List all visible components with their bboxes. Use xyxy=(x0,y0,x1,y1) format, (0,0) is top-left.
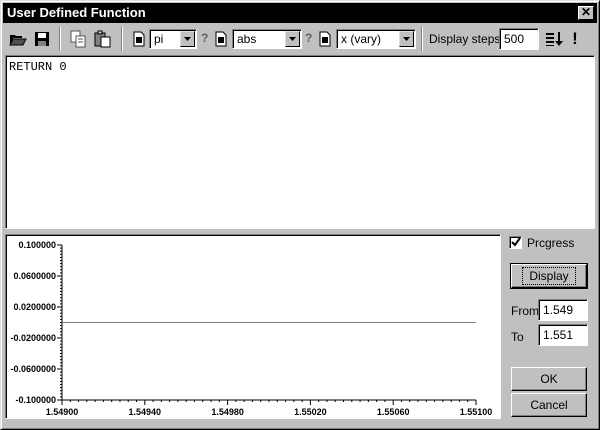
plot-canvas: 0.100000 0.0600000 0.0200000 -0.0200000 -0.0… xyxy=(10,240,493,417)
x-tick-label: 1.55100 xyxy=(460,407,493,417)
function-select[interactable]: abs xyxy=(232,29,302,49)
insert-constant-button[interactable] xyxy=(131,28,147,50)
x-tick-label: 1.55020 xyxy=(294,407,327,417)
y-tick-label: 0.0200000 xyxy=(13,302,56,312)
x-tick-label: 1.54900 xyxy=(46,407,79,417)
from-input[interactable]: 1.549 xyxy=(538,299,588,321)
y-tick-label: -0.0600000 xyxy=(10,364,56,374)
function-select-value: abs xyxy=(237,32,257,46)
save-button[interactable] xyxy=(31,28,53,50)
run-button[interactable]: ! xyxy=(567,29,583,51)
progress-checkbox[interactable] xyxy=(509,236,522,249)
progress-label: Prcgress xyxy=(527,236,575,250)
insert-document-icon xyxy=(133,31,145,47)
chevron-down-icon[interactable] xyxy=(285,31,300,47)
function-plot: 0.100000 0.0600000 0.0200000 -0.0200000 -0.0… xyxy=(5,234,501,419)
chevron-down-icon[interactable] xyxy=(399,31,414,47)
title-bar: User Defined Function ✕ xyxy=(3,3,597,23)
help-icon[interactable]: ? xyxy=(305,31,312,45)
constant-select[interactable]: pi xyxy=(149,29,197,49)
dialog-window: User Defined Function ✕ pi ? abs ? x (va… xyxy=(0,0,600,430)
save-disk-icon xyxy=(35,32,49,46)
display-button-label: Display xyxy=(522,267,576,285)
toolbar: pi ? abs ? x (vary) Display steps 500 ! xyxy=(5,25,595,53)
x-tick-label: 1.55060 xyxy=(377,407,410,417)
close-icon: ✕ xyxy=(580,5,592,19)
to-label: To xyxy=(511,330,524,344)
paste-button[interactable] xyxy=(91,28,113,50)
chevron-down-icon[interactable] xyxy=(180,31,195,47)
toolbar-separator xyxy=(121,27,123,51)
to-input[interactable]: 1.551 xyxy=(538,324,588,346)
y-tick-label: -0.100000 xyxy=(15,395,56,405)
paste-clipboard-icon xyxy=(94,30,111,48)
sort-list-icon xyxy=(546,32,563,46)
insert-function-button[interactable] xyxy=(213,28,229,50)
y-tick-label: 0.0600000 xyxy=(13,271,56,281)
sort-button[interactable] xyxy=(543,28,565,50)
x-tick-label: 1.54940 xyxy=(129,407,162,417)
insert-document-icon xyxy=(215,31,227,47)
copy-button[interactable] xyxy=(67,28,89,50)
close-button[interactable]: ✕ xyxy=(578,6,594,20)
help-icon[interactable]: ? xyxy=(201,31,208,45)
y-tick-label: -0.0200000 xyxy=(10,333,56,343)
insert-document-icon xyxy=(319,31,331,47)
ok-button[interactable]: OK xyxy=(511,367,587,391)
copy-icon xyxy=(70,30,86,48)
code-editor[interactable]: RETURN 0 xyxy=(5,55,595,229)
checkmark-icon xyxy=(511,237,521,247)
display-steps-label: Display steps xyxy=(429,32,501,46)
display-button[interactable]: Display xyxy=(510,263,588,289)
toolbar-separator xyxy=(59,27,61,51)
variable-select-value: x (vary) xyxy=(341,32,381,46)
x-tick-label: 1.54980 xyxy=(211,407,244,417)
cancel-button[interactable]: Cancel xyxy=(511,393,587,417)
window-title: User Defined Function xyxy=(7,5,146,20)
constant-select-value: pi xyxy=(154,32,164,46)
open-button[interactable] xyxy=(7,28,29,50)
display-steps-input[interactable]: 500 xyxy=(499,28,539,50)
variable-select[interactable]: x (vary) xyxy=(336,29,416,49)
open-folder-icon xyxy=(9,35,27,46)
from-label: From xyxy=(511,304,539,318)
y-tick-label: 0.100000 xyxy=(18,240,56,250)
toolbar-separator xyxy=(421,27,423,51)
insert-variable-button[interactable] xyxy=(317,28,333,50)
